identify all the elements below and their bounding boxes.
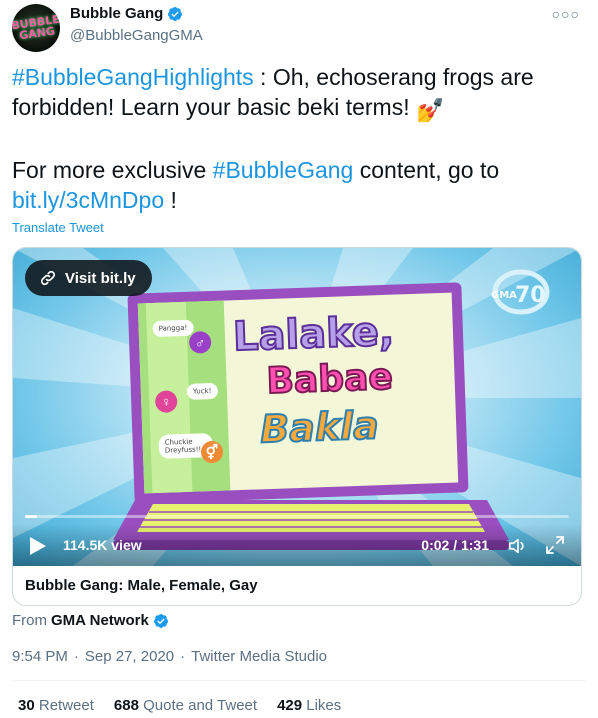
hashtag-link[interactable]: #BubbleGangHighlights <box>12 64 254 90</box>
quote-count[interactable]: 688 Quote and Tweet <box>114 697 257 714</box>
tweet-paragraph-3: bit.ly/3cMnDpo ! <box>12 185 582 215</box>
tweet-paragraph-2: For more exclusive #BubbleGang content, … <box>12 155 582 185</box>
link-icon <box>40 270 56 286</box>
volume-muted-icon[interactable] <box>507 535 529 557</box>
avatar[interactable]: BUBBLE GANG <box>12 4 60 52</box>
tweet-time[interactable]: 9:54 PM <box>12 648 68 665</box>
like-count[interactable]: 429 Likes <box>277 697 341 714</box>
video-progress-fill <box>25 515 37 518</box>
fullscreen-icon[interactable] <box>545 535 565 555</box>
video-player[interactable]: GMA 70 Pangga! ♂ ♀ Yuck! Chuckie Dreyfus… <box>13 248 581 566</box>
tweet-date[interactable]: Sep 27, 2020 <box>85 648 174 665</box>
author-handle[interactable]: @BubbleGangGMA <box>70 27 203 44</box>
video-tag-1: Pangga! <box>152 319 194 338</box>
verified-badge-icon <box>168 6 183 21</box>
video-controls: 114.5K view 0:02 / 1:31 <box>13 524 581 566</box>
video-word-2: Babae <box>265 356 395 403</box>
author-name-row[interactable]: Bubble Gang <box>70 5 183 22</box>
tweet-line-2-suffix: content, go to <box>353 157 500 183</box>
url-link[interactable]: bit.ly/3cMnDpo <box>12 187 164 213</box>
translate-tweet-link[interactable]: Translate Tweet <box>12 220 104 235</box>
more-horizontal-icon[interactable]: ○○○ <box>552 6 580 22</box>
nail-polish-emoji-icon: 💅 <box>415 97 445 123</box>
visit-site-label: Visit bit.ly <box>65 269 136 287</box>
source-attribution: From GMA Network <box>12 612 169 629</box>
engagement-stats: 30 Retweet 688 Quote and Tweet 429 Likes <box>18 697 341 714</box>
play-icon[interactable] <box>29 536 47 556</box>
retweet-number: 30 <box>18 697 35 714</box>
laptop-screen-graphic: Pangga! ♂ ♀ Yuck! Chuckie Dreyfuss!! ⚥ L… <box>127 282 469 504</box>
tweet-line-2-prefix: For more exclusive <box>12 157 213 183</box>
retweet-count[interactable]: 30 Retweet <box>18 697 94 714</box>
verified-badge-icon <box>153 613 168 628</box>
quote-label: Quote and Tweet <box>138 697 258 714</box>
gma-70-logo: GMA 70 <box>491 269 550 315</box>
from-label: From <box>12 612 47 629</box>
video-word-3: Bakla <box>258 402 380 452</box>
source-name-link[interactable]: GMA Network <box>51 612 149 629</box>
tweet-text: #BubbleGangHighlights : Oh, echoserang f… <box>12 62 582 215</box>
media-card[interactable]: GMA 70 Pangga! ♂ ♀ Yuck! Chuckie Dreyfus… <box>12 247 582 606</box>
video-tag-2: Yuck! <box>186 382 218 400</box>
tweet-client[interactable]: Twitter Media Studio <box>191 648 327 665</box>
view-count: 114.5K view <box>63 537 142 553</box>
like-label: Likes <box>302 697 342 714</box>
video-progress-bar[interactable] <box>25 515 569 518</box>
svg-text:70: 70 <box>515 283 546 308</box>
hashtag-link[interactable]: #BubbleGang <box>213 157 354 183</box>
retweet-label: Retweet <box>34 697 94 714</box>
video-word-1: Lalake, <box>231 308 396 362</box>
meta-separator: · <box>180 648 186 665</box>
avatar-logo: BUBBLE GANG <box>12 13 60 43</box>
tweet-paragraph-1: #BubbleGangHighlights : Oh, echoserang f… <box>12 62 582 125</box>
meta-separator: · <box>73 648 79 665</box>
like-number: 429 <box>277 697 303 714</box>
tweet-link-suffix: ! <box>164 187 177 213</box>
author-display-name[interactable]: Bubble Gang <box>70 5 163 22</box>
tweet-meta: 9:54 PM · Sep 27, 2020 · Twitter Media S… <box>12 648 327 665</box>
card-title: Bubble Gang: Male, Female, Gay <box>25 577 258 594</box>
visit-site-button[interactable]: Visit bit.ly <box>25 260 152 296</box>
divider <box>12 680 586 681</box>
gma-logo-text: GMA <box>491 290 517 301</box>
quote-number: 688 <box>113 697 139 714</box>
video-time: 0:02 / 1:31 <box>421 537 489 553</box>
